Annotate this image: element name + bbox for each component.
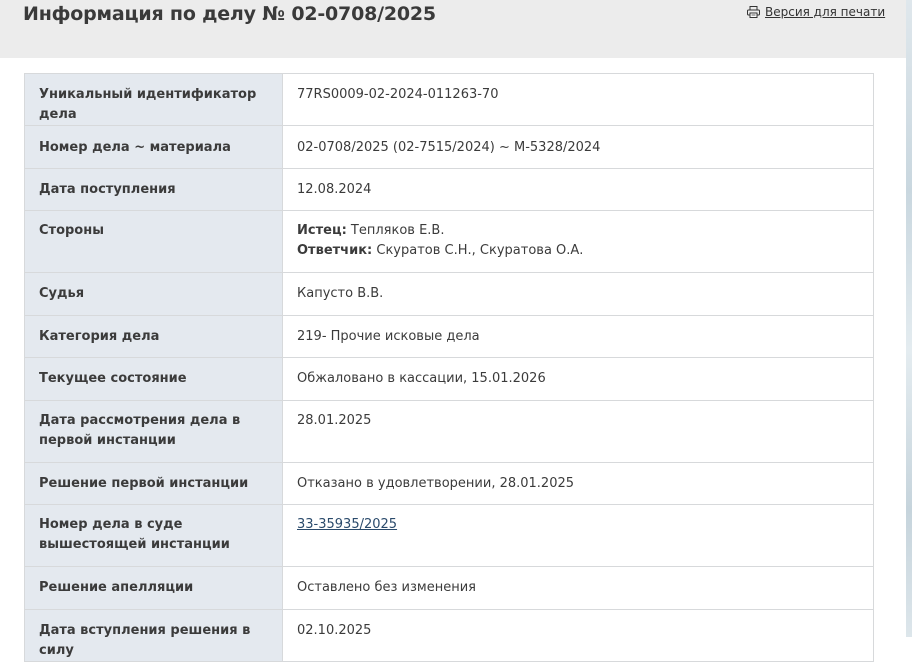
first-decision-value: Отказано в удовлетворении, 28.01.2025 xyxy=(297,476,575,491)
row-label-category: Категория дела xyxy=(24,315,283,358)
row-value-judge: Капусто В.В. xyxy=(282,272,874,316)
row-value-uid: 77RS0009-02-2024-011263-70 xyxy=(282,73,874,126)
case-number-value: 02-0708/2025 (02-7515/2024) ~ М-5328/202… xyxy=(297,140,601,155)
table-row: Номер дела ~ материала 02-0708/2025 (02-… xyxy=(24,125,874,169)
row-label: Дата рассмотрения дела в первой инстанци… xyxy=(39,413,241,448)
row-value-status: Обжаловано в кассации, 15.01.2026 xyxy=(282,357,874,401)
plaintiff-role: Истец: xyxy=(297,223,347,238)
defendant-role: Ответчик: xyxy=(297,243,373,258)
status-value: Обжаловано в кассации, 15.01.2026 xyxy=(297,371,546,386)
printer-icon xyxy=(747,6,760,18)
print-version-link[interactable]: Версия для печати xyxy=(747,5,885,19)
case-info-table: Уникальный идентификатор дела 77RS0009-0… xyxy=(24,73,874,662)
row-label-judge: Судья xyxy=(24,272,283,316)
table-row: Дата рассмотрения дела в первой инстанци… xyxy=(24,400,874,463)
table-row: Решение апелляции Оставлено без изменени… xyxy=(24,566,874,610)
row-label-uid: Уникальный идентификатор дела xyxy=(24,73,283,126)
row-label: Решение первой инстанции xyxy=(39,476,249,491)
row-label-status: Текущее состояние xyxy=(24,357,283,401)
row-label: Судья xyxy=(39,286,85,301)
row-value-higher-number: 33-35935/2025 xyxy=(282,504,874,567)
effective-date-value: 02.10.2025 xyxy=(297,623,372,638)
row-value-first-decision: Отказано в удовлетворении, 28.01.2025 xyxy=(282,462,874,505)
plaintiff-name: Тепляков Е.В. xyxy=(350,223,445,238)
row-label: Категория дела xyxy=(39,329,160,344)
row-value-appeal: Оставлено без изменения xyxy=(282,566,874,610)
row-label-received: Дата поступления xyxy=(24,168,283,211)
row-label: Дата поступления xyxy=(39,182,176,197)
row-value-first-hearing: 28.01.2025 xyxy=(282,400,874,463)
row-label-effective: Дата вступления решения в силу xyxy=(24,609,283,662)
received-date-value: 12.08.2024 xyxy=(297,182,372,197)
case-info-table-wrapper: Уникальный идентификатор дела 77RS0009-0… xyxy=(24,73,874,662)
plaintiff-line: Истец: Тепляков Е.В. xyxy=(297,221,859,241)
table-row: Дата поступления 12.08.2024 xyxy=(24,168,874,211)
row-label-number: Номер дела ~ материала xyxy=(24,125,283,169)
row-label-first-decision: Решение первой инстанции xyxy=(24,462,283,505)
row-label: Номер дела в суде вышестоящей инстанции xyxy=(39,517,230,552)
first-hearing-value: 28.01.2025 xyxy=(297,413,372,428)
table-row: Решение первой инстанции Отказано в удов… xyxy=(24,462,874,505)
row-label-first-hearing: Дата рассмотрения дела в первой инстанци… xyxy=(24,400,283,463)
defendant-line: Ответчик: Скуратов С.Н., Скуратова О.А. xyxy=(297,241,859,261)
print-version-label[interactable]: Версия для печати xyxy=(765,5,885,19)
row-value-effective: 02.10.2025 xyxy=(282,609,874,662)
appeal-value: Оставлено без изменения xyxy=(297,580,476,595)
judge-value: Капусто В.В. xyxy=(297,286,384,301)
row-value-category: 219- Прочие исковые дела xyxy=(282,315,874,358)
table-row: Стороны Истец: Тепляков Е.В. Ответчик: С… xyxy=(24,210,874,273)
table-row: Уникальный идентификатор дела 77RS0009-0… xyxy=(24,73,874,126)
row-value-parties: Истец: Тепляков Е.В. Ответчик: Скуратов … xyxy=(282,210,874,273)
row-label-parties: Стороны xyxy=(24,210,283,273)
table-row: Дата вступления решения в силу 02.10.202… xyxy=(24,609,874,662)
page-title: Информация по делу № 02-0708/2025 xyxy=(23,3,436,25)
row-label: Решение апелляции xyxy=(39,580,194,595)
table-row: Номер дела в суде вышестоящей инстанции … xyxy=(24,504,874,567)
row-label: Уникальный идентификатор дела xyxy=(39,87,257,122)
row-label-appeal: Решение апелляции xyxy=(24,566,283,610)
higher-case-number-link[interactable]: 33-35935/2025 xyxy=(297,517,397,532)
table-row: Категория дела 219- Прочие исковые дела xyxy=(24,315,874,358)
category-value: 219- Прочие исковые дела xyxy=(297,329,480,344)
row-label: Стороны xyxy=(39,223,104,238)
page-header: Информация по делу № 02-0708/2025 Версия… xyxy=(0,0,906,58)
row-label-higher-number: Номер дела в суде вышестоящей инстанции xyxy=(24,504,283,567)
row-value-received: 12.08.2024 xyxy=(282,168,874,211)
row-label: Номер дела ~ материала xyxy=(39,140,231,155)
row-value-number: 02-0708/2025 (02-7515/2024) ~ М-5328/202… xyxy=(282,125,874,169)
table-row: Судья Капусто В.В. xyxy=(24,272,874,316)
background-strip xyxy=(906,0,912,637)
row-label: Дата вступления решения в силу xyxy=(39,623,251,658)
uid-value: 77RS0009-02-2024-011263-70 xyxy=(297,87,499,102)
defendant-name: Скуратов С.Н., Скуратова О.А. xyxy=(376,243,584,258)
table-row: Текущее состояние Обжаловано в кассации,… xyxy=(24,357,874,401)
row-label: Текущее состояние xyxy=(39,371,187,386)
